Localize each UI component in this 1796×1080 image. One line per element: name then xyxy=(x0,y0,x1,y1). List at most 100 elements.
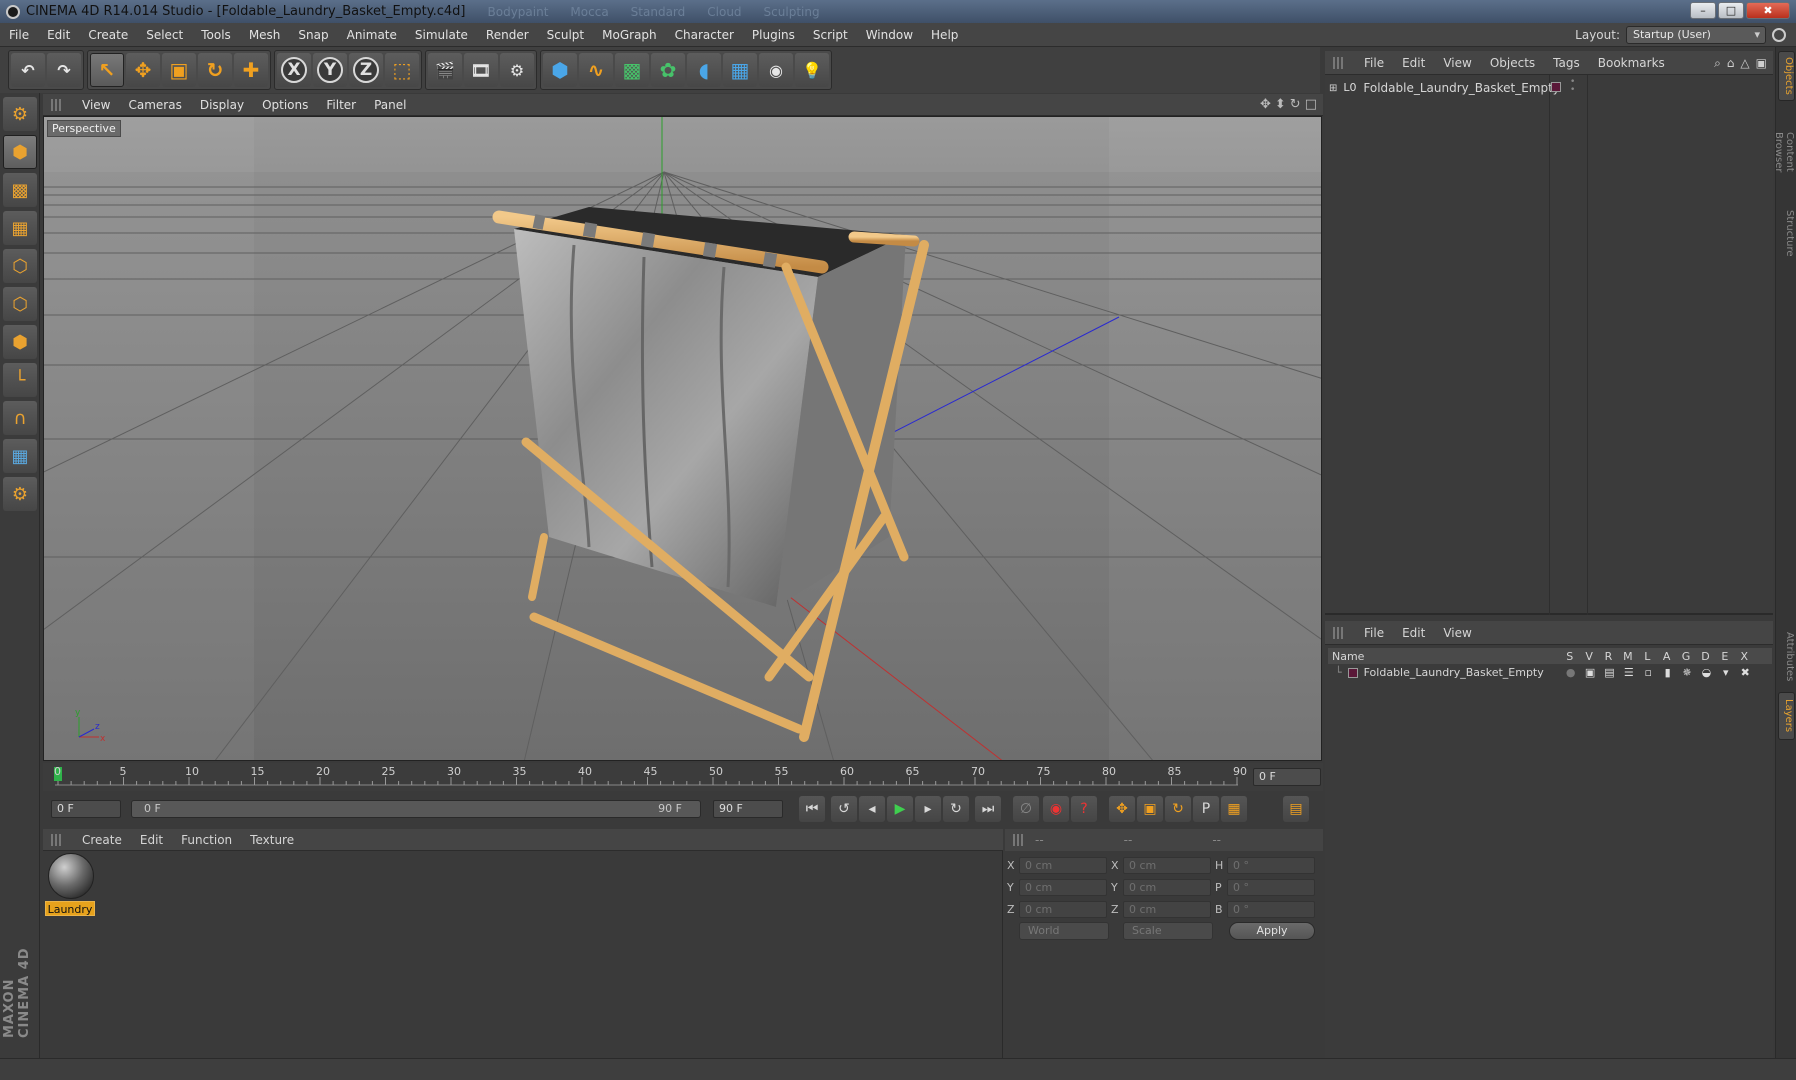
viewport-camera-label[interactable]: Perspective xyxy=(47,120,121,137)
material-name[interactable]: Laundry xyxy=(45,901,95,916)
record-keys-icon[interactable]: ∅ xyxy=(1013,796,1039,822)
snap-magnet-icon[interactable]: ∩ xyxy=(3,401,37,435)
column-name[interactable]: Name xyxy=(1328,650,1560,663)
render-view-icon[interactable]: 🎬 xyxy=(428,53,462,87)
mograph-cloner-icon[interactable]: ✿ xyxy=(651,53,685,87)
points-mode-icon[interactable]: ⬡ xyxy=(3,249,37,283)
menu-select[interactable]: Select xyxy=(137,28,192,42)
coordinate-system-icon[interactable]: ⬚ xyxy=(385,53,419,87)
workplane-mode-icon[interactable]: ▦ xyxy=(3,211,37,245)
layer-color-icon[interactable] xyxy=(1551,82,1561,92)
object-menu-file[interactable]: File xyxy=(1355,56,1393,70)
render-settings-icon[interactable]: ⚙ xyxy=(500,53,534,87)
object-menu-objects[interactable]: Objects xyxy=(1481,56,1544,70)
object-row[interactable]: ⊞ L0 Foldable_Laundry_Basket_Empty xyxy=(1329,81,1560,95)
dolly-view-icon[interactable]: ⬍ xyxy=(1275,97,1286,112)
tab-attributes[interactable]: Attributes xyxy=(1778,627,1795,687)
rotation-b-field[interactable]: 0 ° xyxy=(1227,901,1315,918)
deformers-toggle-icon[interactable]: ◒ xyxy=(1697,666,1716,679)
menu-simulate[interactable]: Simulate xyxy=(406,28,477,42)
autokeying-icon[interactable]: ◉ xyxy=(1043,796,1069,822)
object-name[interactable]: Foldable_Laundry_Basket_Empty xyxy=(1363,81,1560,95)
undo-button[interactable]: ↶ xyxy=(11,53,45,87)
orbit-view-icon[interactable]: ↻ xyxy=(1290,97,1301,112)
panel-grip-icon[interactable] xyxy=(51,833,63,846)
menu-render[interactable]: Render xyxy=(477,28,538,42)
model-mode-icon[interactable]: ⬢ xyxy=(3,135,37,169)
menu-file[interactable]: File xyxy=(0,28,38,42)
position-z-field[interactable]: 0 cm xyxy=(1019,901,1107,918)
size-x-field[interactable]: 0 cm xyxy=(1123,857,1211,874)
expressions-toggle-icon[interactable]: ▾ xyxy=(1716,666,1735,679)
timeline-ruler[interactable]: 0 5 10 15 20 25 30 35 40 45 50 55 60 65 70 75 80 85 90 0 F xyxy=(43,763,1323,791)
workplane-lock-icon[interactable]: ▦ xyxy=(3,439,37,473)
deformer-icon[interactable]: ◖ xyxy=(687,53,721,87)
material-menu-texture[interactable]: Texture xyxy=(241,833,303,847)
column-locked[interactable]: L xyxy=(1638,650,1657,663)
key-pla-icon[interactable]: ▦ xyxy=(1221,796,1247,822)
menu-window[interactable]: Window xyxy=(857,28,922,42)
cube-primitive-icon[interactable]: ⬢ xyxy=(543,53,577,87)
rotation-h-field[interactable]: 0 ° xyxy=(1227,857,1315,874)
menu-snap[interactable]: Snap xyxy=(289,28,337,42)
z-axis-lock-button[interactable]: Z xyxy=(349,53,383,87)
live-selection-icon[interactable]: ↖ xyxy=(90,53,124,87)
apply-button[interactable]: Apply xyxy=(1229,922,1315,940)
start-frame-field[interactable]: 0 F xyxy=(51,800,121,818)
polygons-mode-icon[interactable]: ⬢ xyxy=(3,325,37,359)
preview-range-slider[interactable]: 0 F 90 F xyxy=(131,800,701,818)
expand-icon[interactable]: ⊞ xyxy=(1329,83,1337,94)
previous-key-icon[interactable]: ↺ xyxy=(831,796,857,822)
column-solo[interactable]: S xyxy=(1560,650,1579,663)
column-generators[interactable]: G xyxy=(1676,650,1695,663)
go-to-end-icon[interactable]: ⏭ xyxy=(975,796,1001,822)
viewport-menu-cameras[interactable]: Cameras xyxy=(119,98,190,112)
viewport-menu-panel[interactable]: Panel xyxy=(365,98,415,112)
coordinate-space-dropdown[interactable]: World xyxy=(1019,922,1109,940)
previous-frame-icon[interactable]: ◂ xyxy=(859,796,885,822)
tab-objects[interactable]: Objects xyxy=(1778,51,1795,101)
key-rotation-icon[interactable]: ↻ xyxy=(1165,796,1191,822)
menu-mesh[interactable]: Mesh xyxy=(240,28,290,42)
manager-toggle-icon[interactable]: ☰ xyxy=(1619,666,1638,679)
y-axis-lock-button[interactable]: Y xyxy=(313,53,347,87)
play-forward-icon[interactable]: ▶ xyxy=(887,796,913,822)
new-window-icon[interactable]: ▣ xyxy=(1756,56,1767,71)
search-icon[interactable]: ⌕ xyxy=(1714,56,1721,71)
axis-mode-icon[interactable]: └ xyxy=(3,363,37,397)
material-preview-sphere[interactable] xyxy=(48,853,94,899)
column-manager[interactable]: M xyxy=(1618,650,1637,663)
keyframe-selection-icon[interactable]: ? xyxy=(1071,796,1097,822)
panel-grip-icon[interactable] xyxy=(51,98,63,111)
tab-content-browser[interactable]: Content Browser xyxy=(1773,107,1795,197)
rotate-tool-icon[interactable]: ↻ xyxy=(198,53,232,87)
column-deformers[interactable]: D xyxy=(1696,650,1715,663)
visibility-dots-icon[interactable]: • • xyxy=(1570,78,1575,95)
object-menu-edit[interactable]: Edit xyxy=(1393,56,1434,70)
key-scale-icon[interactable]: ▣ xyxy=(1137,796,1163,822)
menu-plugins[interactable]: Plugins xyxy=(743,28,804,42)
menu-mograph[interactable]: MoGraph xyxy=(593,28,666,42)
close-button[interactable]: ✖ xyxy=(1746,2,1790,19)
menu-edit[interactable]: Edit xyxy=(38,28,79,42)
go-to-start-icon[interactable]: ⏮ xyxy=(799,796,825,822)
menu-character[interactable]: Character xyxy=(666,28,743,42)
home-icon[interactable]: ⌂ xyxy=(1727,56,1735,71)
timeline-window-icon[interactable]: ▤ xyxy=(1283,796,1309,822)
scale-tool-icon[interactable]: ▣ xyxy=(162,53,196,87)
redo-button[interactable]: ↷ xyxy=(47,53,81,87)
menu-sculpt[interactable]: Sculpt xyxy=(538,28,593,42)
search-icon[interactable] xyxy=(1772,28,1786,42)
up-icon[interactable]: △ xyxy=(1740,56,1749,71)
generators-toggle-icon[interactable]: ✵ xyxy=(1677,666,1696,679)
next-key-icon[interactable]: ↻ xyxy=(943,796,969,822)
object-menu-bookmarks[interactable]: Bookmarks xyxy=(1589,56,1674,70)
layer-color-icon[interactable] xyxy=(1347,667,1358,678)
menu-animate[interactable]: Animate xyxy=(338,28,406,42)
next-frame-icon[interactable]: ▸ xyxy=(915,796,941,822)
xref-toggle-icon[interactable]: ✖ xyxy=(1736,666,1755,679)
layout-select[interactable]: Startup (User) xyxy=(1626,26,1766,44)
position-x-field[interactable]: 0 cm xyxy=(1019,857,1107,874)
material-menu-edit[interactable]: Edit xyxy=(131,833,172,847)
tab-structure[interactable]: Structure xyxy=(1778,203,1795,263)
